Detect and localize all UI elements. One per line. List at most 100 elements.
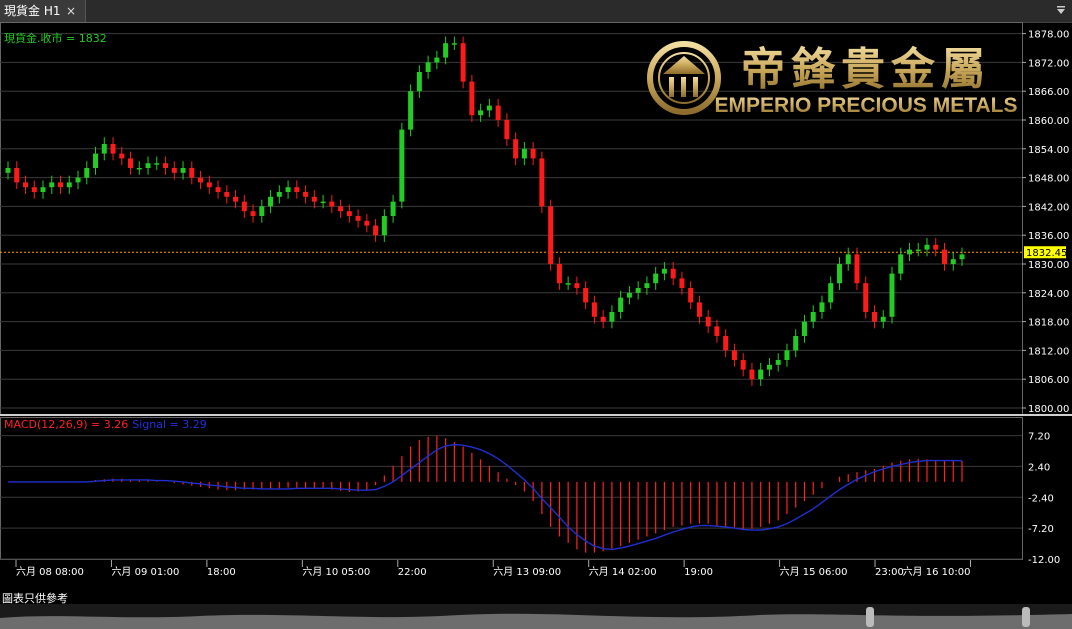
candle-body — [259, 206, 265, 216]
candle-body — [285, 187, 291, 192]
candle-body — [906, 249, 912, 255]
candle-body — [775, 360, 781, 365]
candle-body — [215, 187, 221, 192]
candle-body — [486, 105, 492, 111]
candle-body — [31, 187, 37, 192]
candle-body — [565, 283, 571, 285]
candle-body — [495, 105, 501, 120]
candle-body — [399, 129, 405, 202]
chevron-down-icon[interactable] — [1056, 4, 1066, 16]
macd-gridlines — [0, 435, 1022, 560]
chart-tab[interactable]: 現貨金 H1 × — [0, 0, 86, 22]
candle-body — [950, 259, 956, 264]
candle-body — [276, 192, 282, 197]
candle-body — [871, 312, 877, 322]
macd-tick-label: -7.20 — [1028, 524, 1054, 535]
logo-chinese-text: 帝鋒貴金屬 — [741, 44, 991, 95]
macd-histogram — [94, 435, 963, 553]
candle-body — [539, 158, 545, 207]
time-tick-label: 六月 08 08:00 — [16, 566, 84, 578]
price-tick-label: 1830.00 — [1028, 260, 1069, 271]
time-tick-label: 六月 14 02:00 — [589, 566, 657, 578]
price-legend: 現貨金.收市 = 1832 — [4, 31, 107, 45]
candle-body — [915, 249, 921, 252]
candle-body — [355, 216, 361, 221]
candle-body — [119, 153, 125, 159]
candle-body — [478, 110, 484, 116]
time-scrollbar[interactable] — [0, 604, 1072, 629]
candle-body — [784, 350, 790, 360]
candle-body — [128, 158, 134, 168]
candle-body — [23, 182, 29, 188]
candle-body — [653, 273, 659, 284]
candle-body — [136, 168, 142, 170]
candle-body — [854, 254, 860, 284]
candle-body — [819, 302, 825, 312]
close-icon[interactable]: × — [66, 0, 76, 22]
candle-body — [154, 163, 160, 165]
macd-tick-label: -2.40 — [1028, 493, 1054, 504]
candle-body — [731, 350, 737, 360]
candle-body — [521, 148, 527, 159]
candle-body — [346, 211, 352, 216]
candle-body — [609, 312, 615, 322]
candle-body — [600, 316, 606, 322]
candle-body — [740, 360, 746, 370]
candle-body — [206, 182, 212, 188]
candle-body — [189, 168, 195, 178]
candle-body — [171, 168, 177, 173]
current-price-label: 1832.45 — [1026, 248, 1067, 259]
candle-body — [58, 182, 64, 188]
macd-tick-label: 7.20 — [1028, 432, 1050, 443]
scroll-handle-left[interactable] — [866, 607, 874, 627]
candle-body — [679, 278, 685, 288]
candle-body — [84, 168, 90, 178]
price-tick-label: 1842.00 — [1028, 202, 1069, 213]
time-axis: 六月 08 08:00 六月 09 01:00 18:00 六月 10 05:00 22… — [15, 560, 971, 578]
price-tick-label: 1836.00 — [1028, 231, 1069, 242]
candle-body — [163, 163, 169, 168]
candle-body — [311, 196, 317, 202]
price-tick-label: 1878.00 — [1028, 30, 1069, 41]
time-tick-label: 六月 09 01:00 — [111, 566, 179, 578]
candle-body — [180, 168, 186, 173]
tab-label: 現貨金 H1 — [4, 4, 61, 18]
candle-body — [390, 201, 396, 216]
price-tick-label: 1824.00 — [1028, 289, 1069, 300]
candle-body — [66, 182, 72, 188]
candle-body — [889, 273, 895, 317]
price-tick-label: 1818.00 — [1028, 318, 1069, 329]
time-tick-label: 六月 10 05:00 — [302, 566, 370, 578]
candle-body — [714, 326, 720, 336]
price-tick-label: 1866.00 — [1028, 87, 1069, 98]
candle-body — [49, 182, 55, 188]
price-tick-label: 1854.00 — [1028, 145, 1069, 156]
candle-body — [469, 81, 475, 116]
price-tick-label: 1872.00 — [1028, 58, 1069, 69]
candle-body — [626, 292, 632, 298]
candle-body — [618, 297, 624, 312]
candle-body — [530, 148, 536, 159]
emperio-logo: 帝鋒貴金屬 EMPERIO PRECIOUS METALS — [647, 41, 1017, 117]
macd-legend: MACD(12,26,9) = 3.26 Signal = 3.29 — [4, 418, 207, 431]
candle-body — [364, 220, 370, 226]
candle-body — [688, 288, 694, 303]
scroll-handle-right[interactable] — [1022, 607, 1030, 627]
macd-tick-label: 2.40 — [1028, 462, 1050, 473]
current-price-tag: 1832.45 — [1024, 246, 1067, 259]
candle-body — [504, 120, 510, 140]
candle-body — [591, 302, 597, 317]
candle-body — [810, 312, 816, 322]
candle-body — [635, 288, 641, 293]
candle-body — [548, 206, 554, 264]
time-tick-label: 18:00 — [207, 567, 236, 578]
candle-body — [845, 254, 851, 264]
candle-body — [723, 336, 729, 351]
candle-body — [941, 249, 947, 264]
candle-body — [644, 283, 650, 288]
macd-panel-frame — [0, 417, 1023, 560]
candle-body — [924, 244, 930, 250]
candle-body — [766, 364, 772, 370]
candle-body — [101, 144, 107, 154]
candle-body — [451, 43, 457, 45]
